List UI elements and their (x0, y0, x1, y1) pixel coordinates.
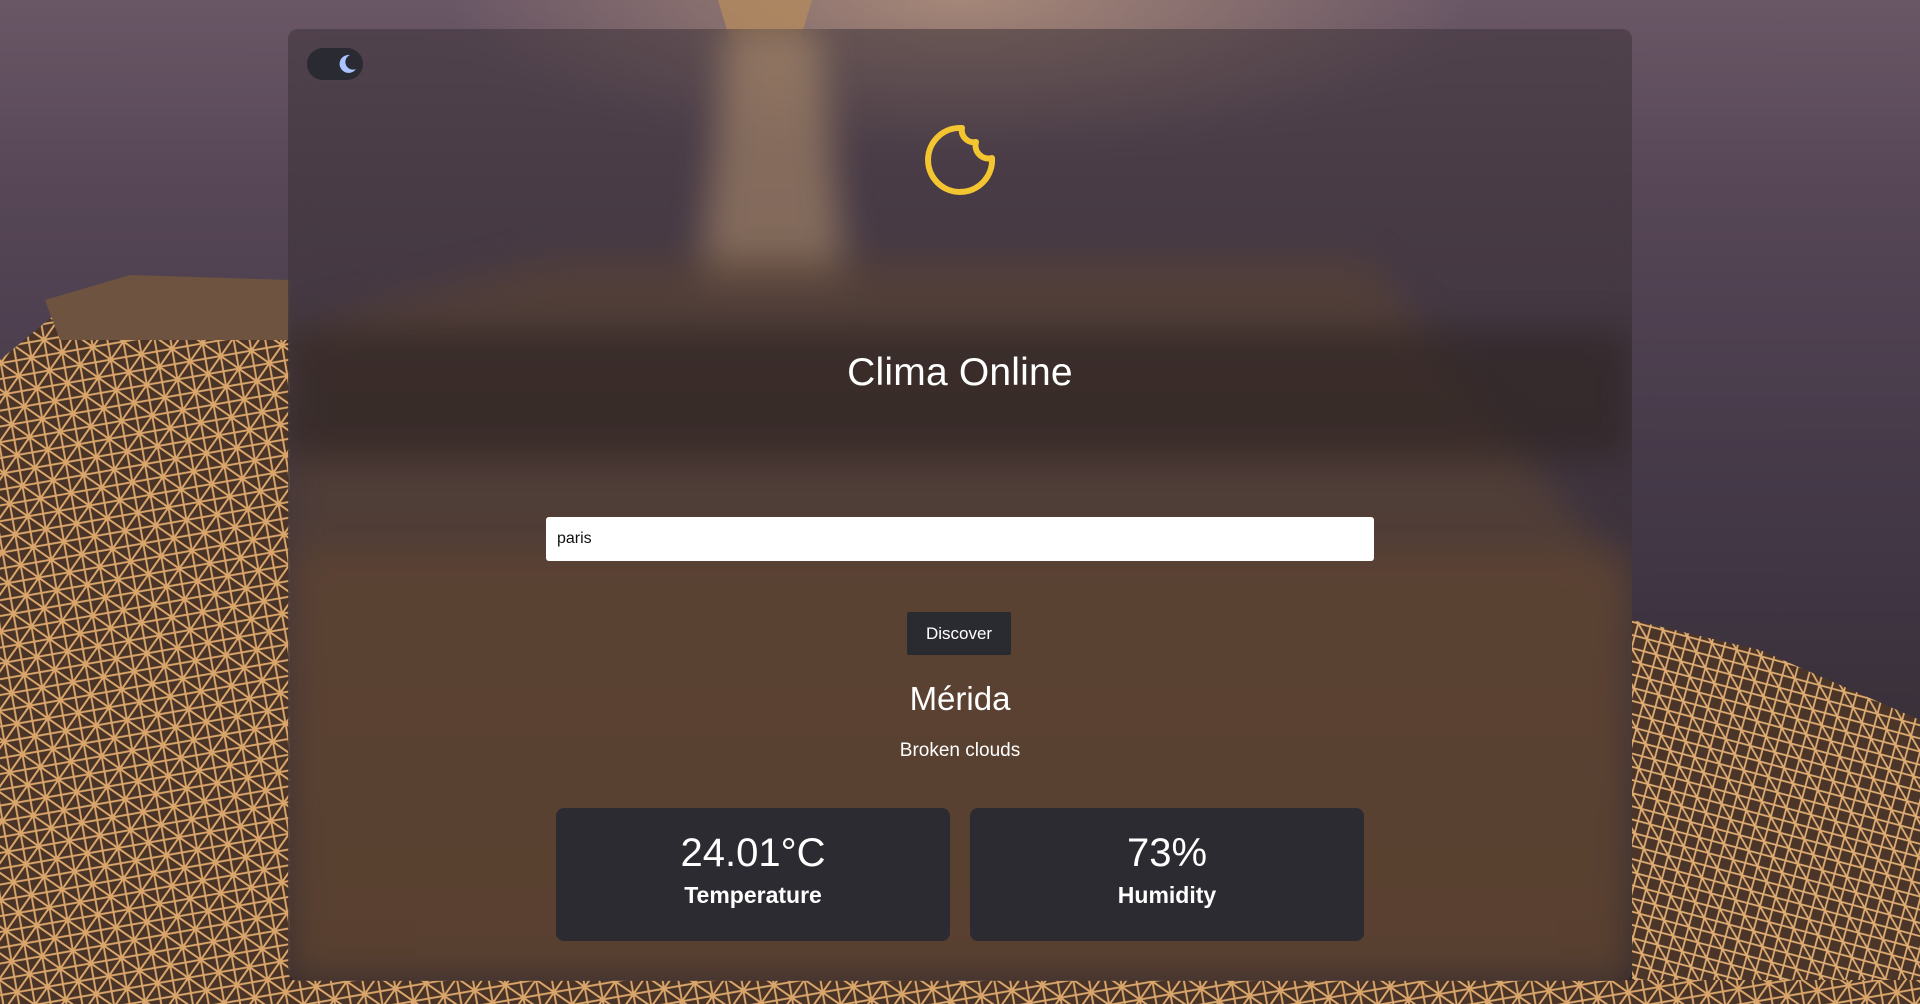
theme-toggle[interactable] (307, 48, 363, 80)
moon-icon (335, 52, 359, 76)
city-search-input[interactable] (546, 517, 1374, 561)
discover-button[interactable]: Discover (907, 612, 1011, 655)
humidity-label: Humidity (1117, 882, 1217, 908)
temperature-card: 24.01°C Temperature (556, 808, 950, 941)
weather-card: Clima Online Discover Mérida Broken clou… (288, 29, 1632, 981)
humidity-value: 73% (1126, 831, 1208, 875)
temperature-label: Temperature (684, 882, 822, 908)
page: Clima Online Discover Mérida Broken clou… (0, 0, 1920, 1004)
city-name: Mérida (909, 680, 1011, 717)
app-title: Clima Online (847, 351, 1073, 394)
weather-logo-icon (925, 124, 996, 195)
weather-description: Broken clouds (899, 740, 1021, 761)
temperature-value: 24.01°C (680, 831, 826, 875)
humidity-card: 73% Humidity (970, 808, 1364, 941)
